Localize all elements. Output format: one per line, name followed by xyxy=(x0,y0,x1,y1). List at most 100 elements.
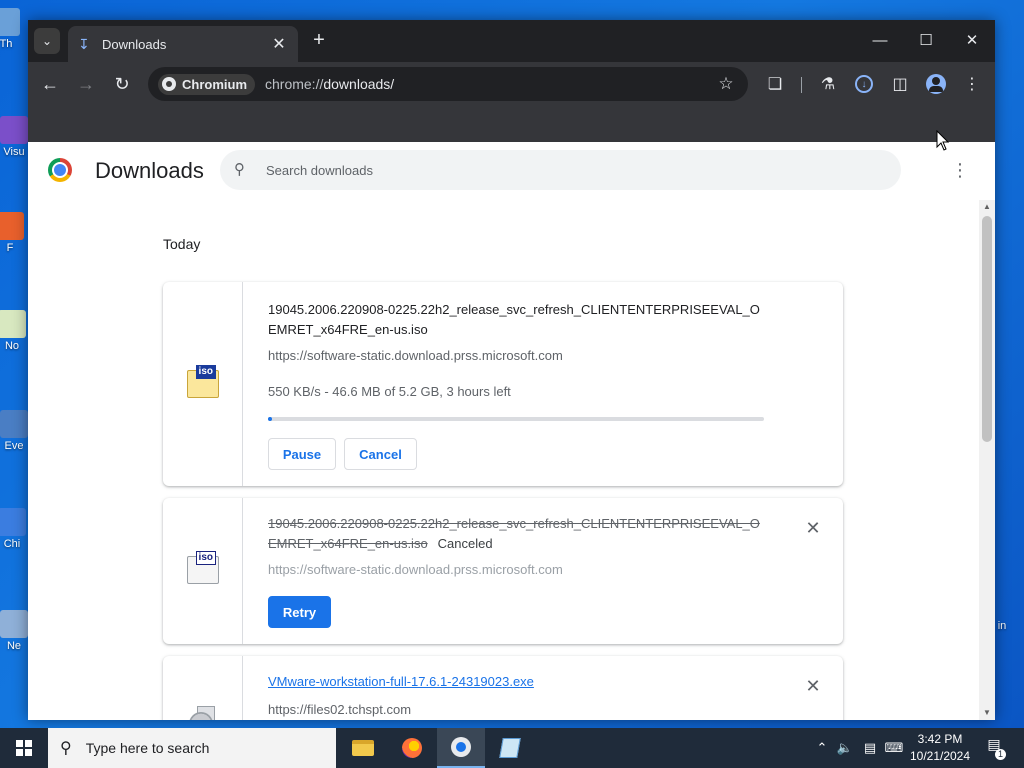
site-info-chip[interactable]: Chromium xyxy=(158,73,255,95)
retry-button[interactable]: Retry xyxy=(268,596,331,628)
title-bar: ⌄ ↧ Downloads ✕ + — ☐ ✕ xyxy=(28,20,995,62)
file-icon-column: iso xyxy=(163,282,243,486)
taskbar: ⚲ Type here to search ⌃ 🔈 ▤ ⌨ 3:42 PM 10… xyxy=(0,728,1024,768)
chromium-logo-icon xyxy=(48,158,72,182)
folder-icon xyxy=(352,740,374,756)
browser-window: ⌄ ↧ Downloads ✕ + — ☐ ✕ ← → ↻ Chromium c… xyxy=(28,20,995,720)
page-title: Downloads xyxy=(95,158,204,183)
taskbar-search-box[interactable]: ⚲ Type here to search xyxy=(48,728,336,768)
event-viewer-icon xyxy=(0,410,28,438)
notepad-icon xyxy=(499,738,521,758)
taskbar-search-placeholder: Type here to search xyxy=(85,740,210,756)
url-path: downloads/ xyxy=(323,76,395,92)
notification-center-icon[interactable]: ▤ 1 xyxy=(980,736,1008,760)
chromium-desktop-icon xyxy=(0,508,26,536)
download-progress-icon: ↓ xyxy=(855,75,873,93)
firefox-icon xyxy=(402,738,422,758)
search-input[interactable] xyxy=(266,162,887,178)
extensions-icon[interactable]: ❏ xyxy=(761,70,789,98)
file-icon-column: iso xyxy=(163,498,243,644)
start-button[interactable] xyxy=(0,728,48,768)
input-indicator-icon[interactable]: ⌨ xyxy=(884,728,904,768)
volume-muted-icon[interactable]: 🔈 xyxy=(834,728,856,768)
firefox-icon xyxy=(0,212,24,240)
visual-studio-icon xyxy=(0,116,28,144)
remove-item-icon[interactable]: ✕ xyxy=(801,516,825,540)
scroll-up-arrow-icon[interactable]: ▲ xyxy=(979,200,995,214)
close-window-button[interactable]: ✕ xyxy=(949,20,995,60)
browser-menu-icon[interactable]: ⋮ xyxy=(958,70,986,98)
taskbar-chromium[interactable] xyxy=(437,728,485,768)
chevron-down-icon: ⌄ xyxy=(41,34,53,48)
tab-downloads[interactable]: ↧ Downloads ✕ xyxy=(68,26,298,62)
file-source-url[interactable]: https://software-static.download.prss.mi… xyxy=(268,562,563,577)
mouse-cursor-icon xyxy=(936,130,950,151)
page-header: Downloads ⚲ ⋮ xyxy=(28,142,995,200)
cancel-button[interactable]: Cancel xyxy=(344,438,417,470)
downloads-page: Downloads ⚲ ⋮ Today iso 19045.2006.22090… xyxy=(28,142,995,720)
status-text: Canceled xyxy=(437,536,493,551)
new-tab-button[interactable]: + xyxy=(308,30,330,52)
file-name-link[interactable]: VMware-workstation-full-17.6.1-24319023.… xyxy=(268,672,768,692)
scrollbar-thumb[interactable] xyxy=(982,216,992,442)
toolbar-divider xyxy=(801,77,802,93)
back-button[interactable]: ← xyxy=(36,70,64,98)
side-panel-icon[interactable]: ◫ xyxy=(886,70,914,98)
url-text[interactable]: chrome://downloads/ xyxy=(265,76,714,92)
download-progress-text: 550 KB/s - 46.6 MB of 5.2 GB, 3 hours le… xyxy=(268,384,511,399)
system-clock[interactable]: 3:42 PM 10/21/2024 xyxy=(905,731,975,765)
progress-fill xyxy=(268,417,273,421)
download-item: iso 19045.2006.220908-0225.22h2_release_… xyxy=(163,498,843,644)
taskbar-file-explorer[interactable] xyxy=(339,728,387,768)
minimize-button[interactable]: — xyxy=(857,20,903,60)
download-item: VMware-workstation-full-17.6.1-24319023.… xyxy=(163,656,843,720)
download-item: iso 19045.2006.220908-0225.22h2_release_… xyxy=(163,282,843,486)
clock-time: 3:42 PM xyxy=(917,732,963,746)
progress-bar xyxy=(268,417,764,421)
windows-logo-icon xyxy=(16,740,32,756)
search-bar[interactable]: ⚲ xyxy=(220,150,901,190)
downloads-toolbar-button[interactable]: ↓ xyxy=(850,70,878,98)
downloads-list: Today iso 19045.2006.220908-0225.22h2_re… xyxy=(28,200,979,720)
toolbar-strip xyxy=(28,106,995,142)
tab-search-button[interactable]: ⌄ xyxy=(34,28,60,54)
page-scrollbar[interactable]: ▲ ▼ xyxy=(979,200,995,720)
url-scheme: chrome:// xyxy=(265,76,324,92)
file-name: 19045.2006.220908-0225.22h2_release_svc_… xyxy=(268,514,768,554)
forward-button[interactable]: → xyxy=(72,70,100,98)
reload-button[interactable]: ↻ xyxy=(108,70,136,98)
show-hidden-icons-icon[interactable]: ⌃ xyxy=(812,728,832,768)
browser-toolbar: ← → ↻ Chromium chrome://downloads/ ☆ ❏ ⚗… xyxy=(28,62,995,106)
installer-file-icon xyxy=(187,706,217,720)
file-name[interactable]: 19045.2006.220908-0225.22h2_release_svc_… xyxy=(268,300,768,340)
chromium-icon xyxy=(162,77,176,91)
download-icon: ↧ xyxy=(78,36,90,52)
notepad-icon xyxy=(0,310,26,338)
bookmark-star-icon[interactable]: ☆ xyxy=(714,74,738,94)
file-source-url[interactable]: https://software-static.download.prss.mi… xyxy=(268,348,563,363)
pause-button[interactable]: Pause xyxy=(268,438,336,470)
labs-flask-icon[interactable]: ⚗ xyxy=(814,70,842,98)
new-file-icon xyxy=(0,610,28,638)
tab-title: Downloads xyxy=(102,36,167,52)
taskbar-firefox[interactable] xyxy=(388,728,436,768)
file-source-url[interactable]: https://files02.tchspt.com xyxy=(268,702,411,717)
iso-file-icon: iso xyxy=(187,551,219,584)
search-icon: ⚲ xyxy=(60,740,72,757)
maximize-button[interactable]: ☐ xyxy=(903,20,949,60)
profile-button[interactable] xyxy=(922,70,950,98)
more-actions-icon[interactable]: ⋮ xyxy=(948,158,972,182)
file-name-text: 19045.2006.220908-0225.22h2_release_svc_… xyxy=(268,516,760,551)
recycle-bin-icon xyxy=(0,8,20,36)
search-icon: ⚲ xyxy=(234,161,245,178)
remove-item-icon[interactable]: ✕ xyxy=(801,674,825,698)
address-bar[interactable]: Chromium chrome://downloads/ ☆ xyxy=(148,67,748,101)
scroll-down-arrow-icon[interactable]: ▼ xyxy=(979,706,995,720)
date-heading: Today xyxy=(163,236,201,252)
clock-date: 10/21/2024 xyxy=(909,749,971,763)
close-tab-icon[interactable]: ✕ xyxy=(270,34,288,54)
notification-count: 1 xyxy=(994,749,1006,760)
network-icon[interactable]: ▤ xyxy=(858,728,882,768)
taskbar-notepad[interactable] xyxy=(486,728,534,768)
chromium-icon xyxy=(451,737,471,757)
